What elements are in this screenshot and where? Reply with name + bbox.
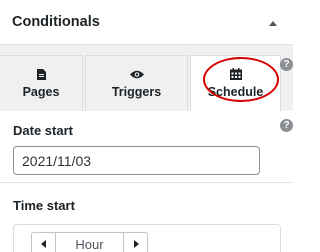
time-start-label: Time start <box>13 198 75 213</box>
chevron-right-icon[interactable] <box>123 233 147 252</box>
tab-schedule-label: Schedule <box>207 85 264 99</box>
calendar-icon <box>191 68 280 80</box>
panel-header[interactable]: Conditionals <box>0 0 293 45</box>
conditionals-panel: Conditionals Pages Triggers Schedule ? D… <box>0 0 293 252</box>
hour-stepper: Hour <box>31 232 148 252</box>
date-start-input[interactable] <box>13 146 260 175</box>
time-picker: Hour <box>13 224 281 252</box>
panel-title: Conditionals <box>12 14 100 30</box>
help-icon[interactable]: ? <box>280 58 293 71</box>
date-start-label: Date start <box>13 123 73 138</box>
chevron-left-icon[interactable] <box>32 233 56 252</box>
tab-schedule[interactable]: Schedule <box>190 55 281 112</box>
date-start-section: Date start ? <box>0 111 293 182</box>
tab-triggers-label: Triggers <box>111 85 162 99</box>
tab-triggers[interactable]: Triggers <box>85 55 188 111</box>
tab-pages-label: Pages <box>22 85 60 99</box>
tab-bar: Pages Triggers Schedule ? <box>0 45 293 112</box>
date-help-icon[interactable]: ? <box>280 119 293 132</box>
tab-pages[interactable]: Pages <box>0 55 83 111</box>
page-icon <box>0 68 82 80</box>
time-start-section: Time start Hour <box>0 183 293 252</box>
collapse-arrow-icon[interactable] <box>266 18 280 30</box>
eye-icon <box>86 68 187 80</box>
hour-unit-label: Hour <box>75 237 104 252</box>
